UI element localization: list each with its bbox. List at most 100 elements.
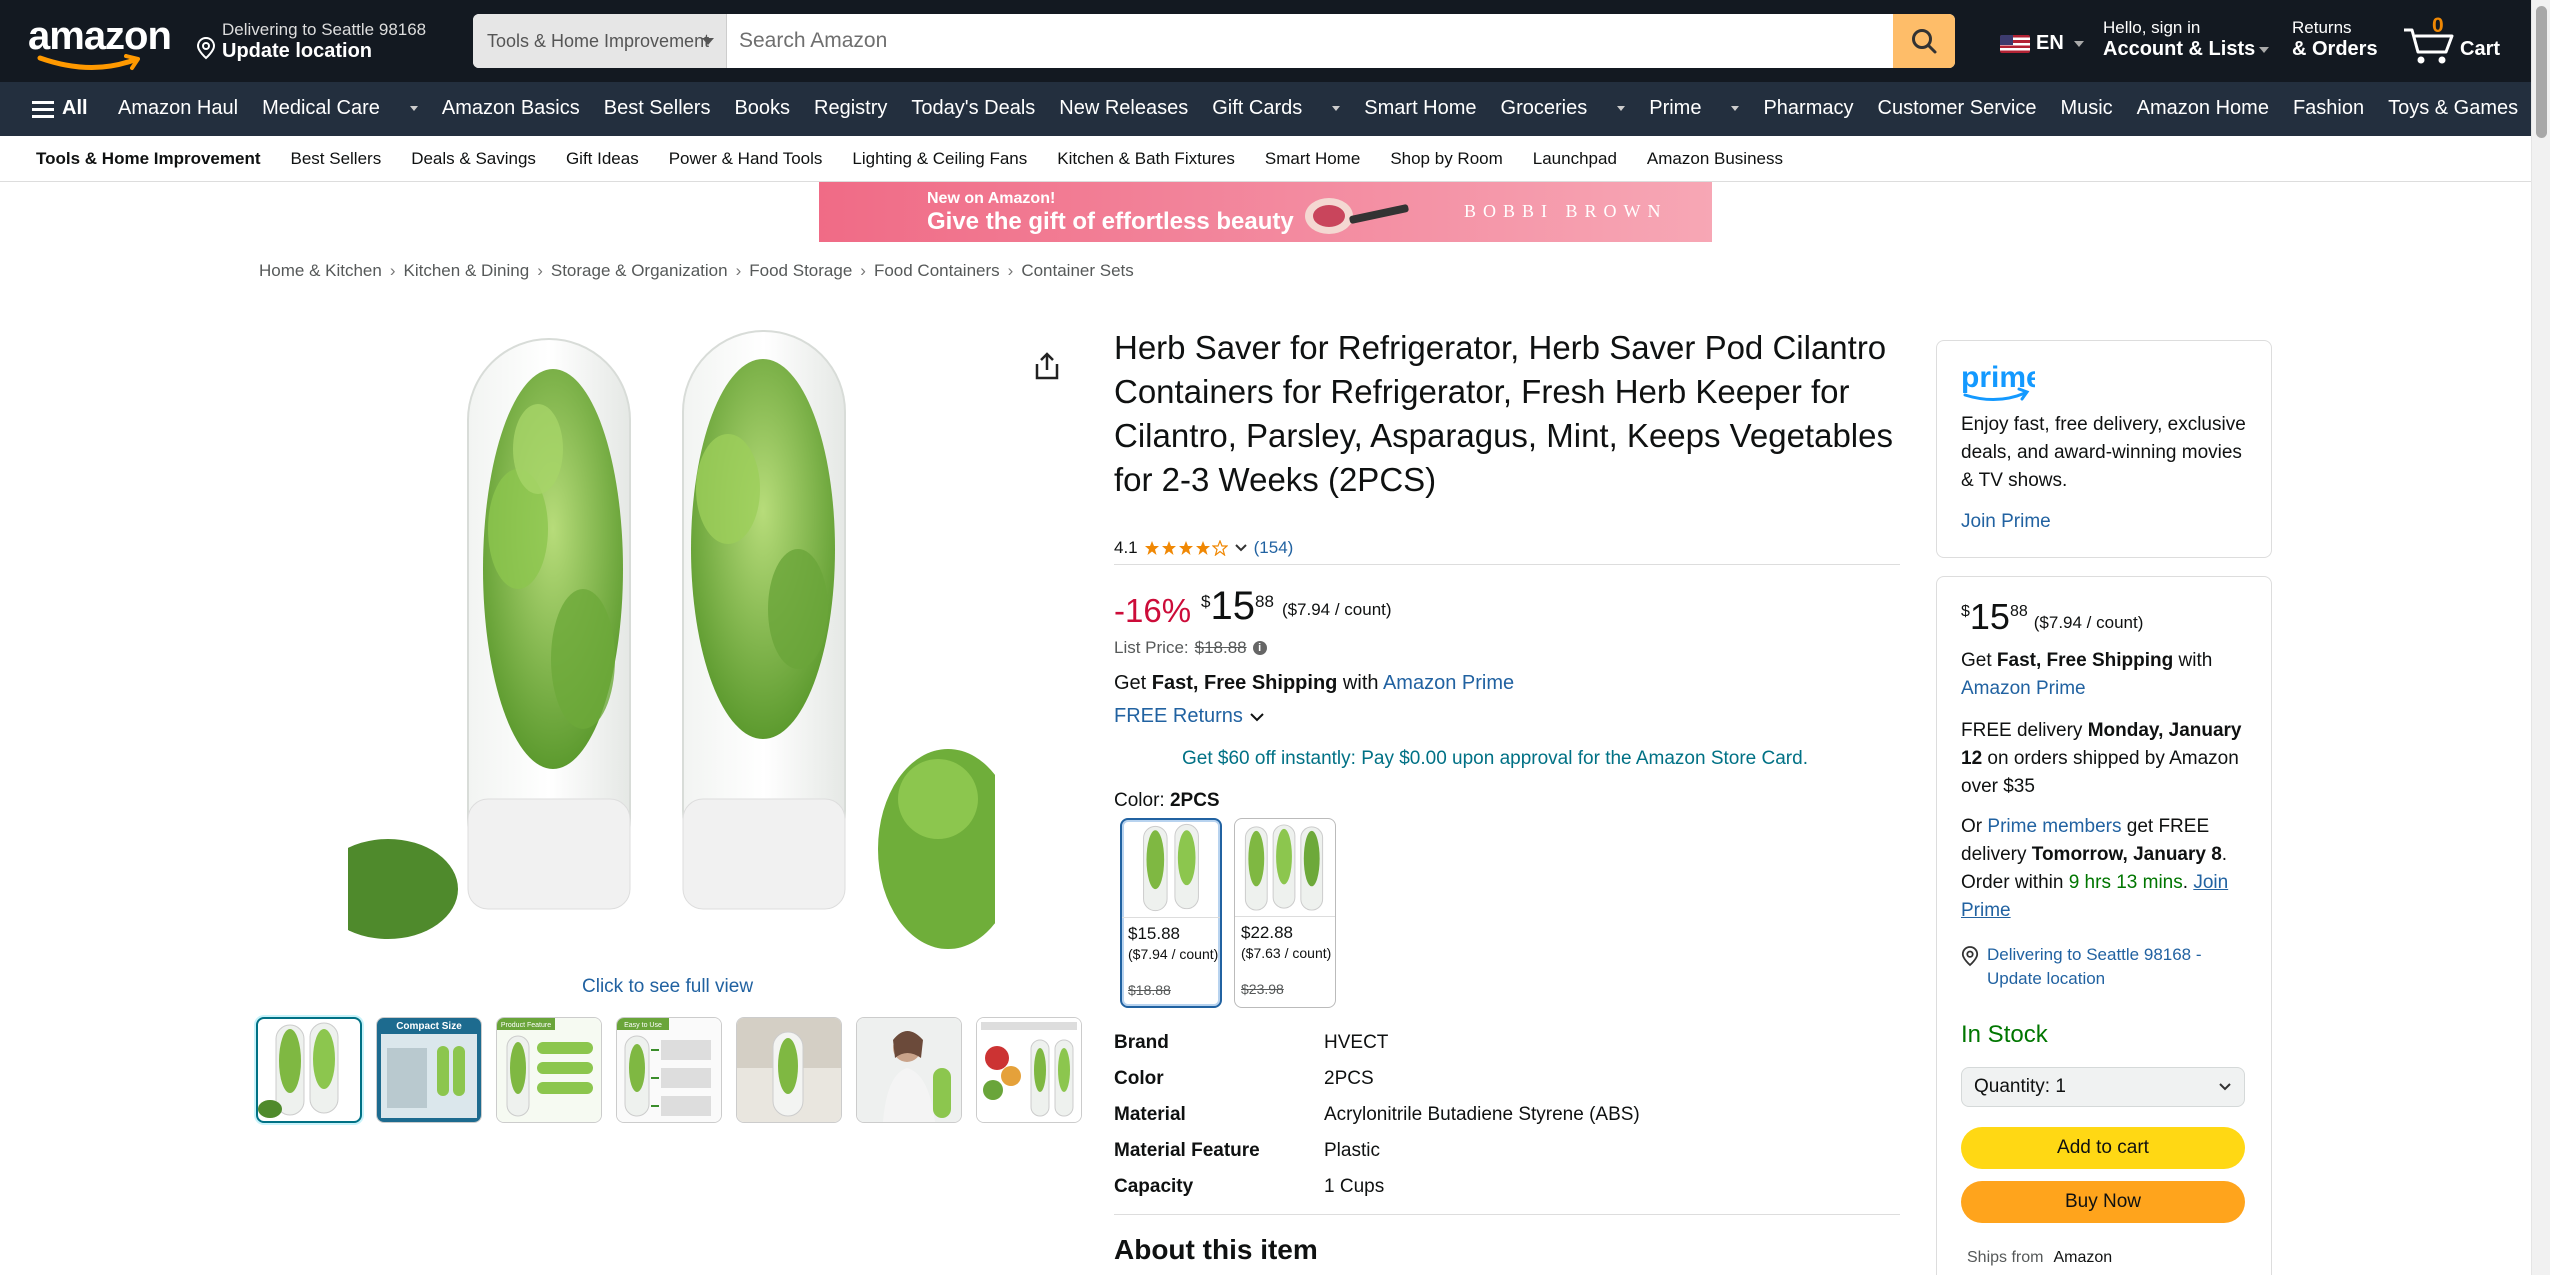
nav-item-todays-deals[interactable]: Today's Deals (911, 97, 1035, 120)
cart-link[interactable]: 0 Cart (2402, 14, 2502, 68)
prime-description: Enjoy fast, free delivery, exclusive dea… (1961, 414, 2246, 491)
nav-item-music[interactable]: Music (2060, 97, 2112, 120)
nav-item-label: Prime (1649, 97, 1702, 119)
full-view-link[interactable]: Click to see full view (582, 976, 753, 998)
prime-members-link[interactable]: Prime members (1987, 816, 2121, 837)
free-returns-link[interactable]: FREE Returns (1114, 705, 1265, 728)
main-product-image[interactable] (348, 329, 995, 964)
search-icon (1912, 29, 1937, 54)
thumbnail-1[interactable] (256, 1017, 362, 1123)
banner-line2: Give the gift of effortless beauty (927, 208, 1294, 235)
star-rating-icon[interactable] (1144, 540, 1228, 556)
returns-orders-link[interactable]: Returns & Orders (2292, 18, 2378, 61)
subnav-item[interactable]: Kitchen & Bath Fixtures (1057, 149, 1235, 169)
breadcrumb-item[interactable]: Home & Kitchen (259, 261, 382, 280)
subnav-item[interactable]: Gift Ideas (566, 149, 639, 169)
color-swatch-2pcs[interactable]: $15.88 ($7.94 / count) $18.88 (1120, 818, 1222, 1008)
search-button[interactable] (1893, 14, 1955, 68)
cart-label: Cart (2460, 38, 2501, 60)
spec-row: Capacity 1 Cups (1114, 1176, 1640, 1212)
chevron-down-icon[interactable] (1234, 543, 1248, 553)
divider (1114, 1214, 1900, 1215)
rating-row: 4.1 (154) (1114, 538, 1293, 558)
list-price-value: $18.88 (1194, 638, 1247, 657)
all-menu-button[interactable]: All (32, 97, 88, 120)
nav-item-amazon-home[interactable]: Amazon Home (2137, 97, 2269, 120)
scrollbar-thumb[interactable] (2536, 6, 2547, 138)
nav-item-toys-games[interactable]: Toys & Games (2388, 97, 2518, 120)
quantity-select[interactable]: Quantity: 1 (1961, 1067, 2245, 1107)
subnav-item[interactable]: Best Sellers (291, 149, 382, 169)
thumbnail-3[interactable]: Product Feature (496, 1017, 602, 1123)
store-card-promo[interactable]: Get $60 off instantly: Pay $0.00 upon ap… (1182, 748, 1808, 770)
amazon-prime-link[interactable]: Amazon Prime (1383, 672, 1514, 694)
join-prime-link[interactable]: Join Prime (1961, 511, 2051, 533)
nav-item-prime[interactable]: Prime (1649, 97, 1740, 120)
nav-item-new-releases[interactable]: New Releases (1059, 97, 1188, 120)
subnav-item[interactable]: Amazon Business (1647, 149, 1783, 169)
breadcrumb-item[interactable]: Kitchen & Dining (404, 261, 530, 280)
breadcrumb-item[interactable]: Storage & Organization (551, 261, 728, 280)
thumbnail-caption: Easy to Use (624, 1022, 662, 1029)
breadcrumb-item[interactable]: Food Containers (874, 261, 1000, 280)
nav-item-label: Groceries (1500, 97, 1588, 119)
promo-banner[interactable]: New on Amazon! Give the gift of effortle… (819, 182, 1712, 242)
product-title: Herb Saver for Refrigerator, Herb Saver … (1114, 329, 1893, 498)
account-lists-label: Account & Lists (2103, 38, 2256, 60)
ship-bold: Fast, Free Shipping (1996, 650, 2174, 671)
subnav-item[interactable]: Lighting & Ceiling Fans (852, 149, 1027, 169)
amazon-logo[interactable]: amazon (28, 14, 172, 72)
thumbnail-2[interactable]: Compact Size (376, 1017, 482, 1123)
chevron-down-icon (1617, 106, 1626, 112)
shipping-bold: Fast, Free Shipping (1151, 672, 1338, 694)
subnav-item[interactable]: Tools & Home Improvement (36, 149, 261, 169)
add-to-cart-button[interactable]: Add to cart (1961, 1127, 2245, 1169)
nav-item-books[interactable]: Books (734, 97, 790, 120)
page-scrollbar[interactable] (2531, 0, 2550, 1275)
thumbnail-5[interactable] (736, 1017, 842, 1123)
spec-key: Material (1114, 1104, 1186, 1125)
nav-item-pharmacy[interactable]: Pharmacy (1763, 97, 1853, 120)
nav-item-amazon-basics[interactable]: Amazon Basics (442, 97, 580, 120)
star-empty-icon (1211, 540, 1228, 556)
spec-key: Material Feature (1114, 1140, 1260, 1161)
breadcrumb-item[interactable]: Container Sets (1021, 261, 1133, 280)
nav-item-smart-home[interactable]: Smart Home (1364, 97, 1476, 120)
nav-item-amazon-haul[interactable]: Amazon Haul (118, 97, 238, 120)
subnav-item[interactable]: Smart Home (1265, 149, 1360, 169)
nav-item-fashion[interactable]: Fashion (2293, 97, 2364, 120)
search-input[interactable] (727, 14, 1875, 68)
thumbnail-4[interactable]: Easy to Use (616, 1017, 722, 1123)
subnav-item[interactable]: Launchpad (1533, 149, 1617, 169)
nav-item-groceries[interactable]: Groceries (1501, 97, 1626, 120)
thumbnail-6[interactable] (856, 1017, 962, 1123)
search-department-select[interactable]: Tools & Home Improvement (473, 14, 727, 68)
review-count-link[interactable]: (154) (1254, 538, 1294, 558)
nav-item-medical-care[interactable]: Medical Care (262, 97, 418, 120)
nav-item-customer-service[interactable]: Customer Service (1878, 97, 2037, 120)
swatch-image (1235, 824, 1335, 917)
subnav-items: Tools & Home Improvement Best Sellers De… (36, 149, 1813, 169)
nav-item-registry[interactable]: Registry (814, 97, 887, 120)
price-row: -16% $ 15 88 ($7.94 / count) (1114, 584, 1392, 630)
price-symbol: $ (1961, 603, 1970, 620)
buybox-prime-delivery: Or Prime members get FREE delivery Tomor… (1961, 816, 2229, 921)
breadcrumb-item[interactable]: Food Storage (749, 261, 852, 280)
nav-item-best-sellers[interactable]: Best Sellers (604, 97, 711, 120)
nav-item-gift-cards[interactable]: Gift Cards (1212, 97, 1341, 120)
language-selector[interactable]: EN (2000, 32, 2084, 55)
subnav-item[interactable]: Shop by Room (1390, 149, 1502, 169)
subnav-item[interactable]: Deals & Savings (411, 149, 536, 169)
thumbnail-image (258, 1022, 339, 1118)
swatch-price: $15.88 (1128, 924, 1180, 943)
thumbnail-7[interactable] (976, 1017, 1082, 1123)
amazon-prime-link[interactable]: Amazon Prime (1961, 678, 2086, 699)
shipping-prefix: Get (1114, 672, 1152, 694)
buybox-location[interactable]: Delivering to Seattle 98168 - Update loc… (1961, 943, 2241, 991)
info-icon[interactable]: i (1252, 641, 1267, 655)
subnav-item[interactable]: Power & Hand Tools (669, 149, 823, 169)
share-icon[interactable] (1032, 350, 1062, 382)
account-menu[interactable]: Hello, sign in Account & Lists (2103, 18, 2270, 61)
color-swatch-option-2[interactable]: $22.88 ($7.63 / count) $23.98 (1234, 818, 1336, 1008)
buy-now-button[interactable]: Buy Now (1961, 1181, 2245, 1223)
